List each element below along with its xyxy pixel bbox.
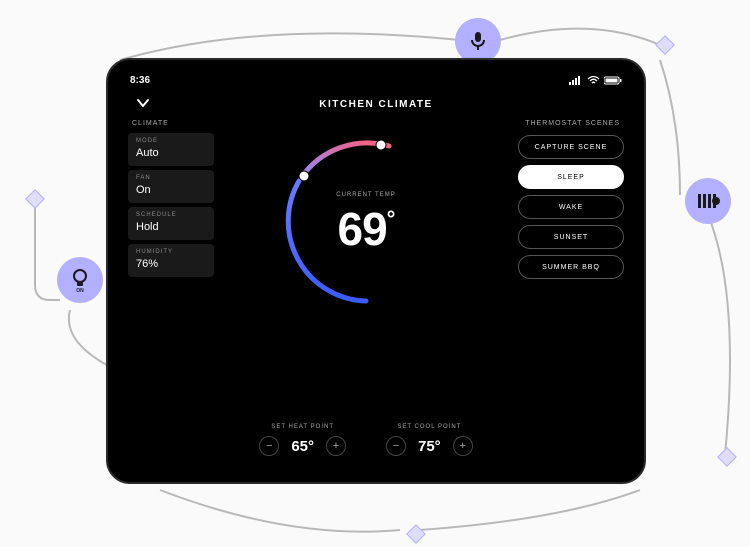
decor-diamond xyxy=(406,524,426,544)
temperature-dial[interactable]: CURRENT TEMP 69° xyxy=(271,126,461,316)
lightbulb-icon: ON xyxy=(57,257,103,303)
card-label: FAN xyxy=(136,175,206,181)
card-label: MODE xyxy=(136,138,206,144)
heat-minus-button[interactable]: − xyxy=(259,436,279,456)
cool-value: 75° xyxy=(418,438,441,455)
card-value: 76% xyxy=(136,258,206,270)
heat-value: 65° xyxy=(291,438,314,455)
tablet-frame: 8:36 KITCHEN CLIMATE CLIMATE MODE Auto xyxy=(106,58,646,484)
cool-minus-button[interactable]: − xyxy=(386,436,406,456)
scenes-title: THERMOSTAT SCENES xyxy=(521,118,624,129)
heat-plus-button[interactable]: + xyxy=(326,436,346,456)
decor-diamond xyxy=(25,189,45,209)
card-label: HUMIDITY xyxy=(136,249,206,255)
sidebar-title: CLIMATE xyxy=(128,118,214,129)
decor-diamond xyxy=(717,447,737,467)
current-temp-label: CURRENT TEMP xyxy=(271,192,461,198)
humidity-card[interactable]: HUMIDITY 76% xyxy=(128,244,214,277)
scene-capture[interactable]: CAPTURE SCENE xyxy=(518,135,624,159)
clock: 8:36 xyxy=(130,75,150,86)
scene-wake[interactable]: WAKE xyxy=(518,195,624,219)
fan-card[interactable]: FAN On xyxy=(128,170,214,203)
status-icons xyxy=(569,76,622,85)
cool-plus-button[interactable]: + xyxy=(453,436,473,456)
back-button[interactable] xyxy=(134,94,152,112)
schedule-card[interactable]: SCHEDULE Hold xyxy=(128,207,214,240)
heater-icon xyxy=(685,178,731,224)
scene-sunset[interactable]: SUNSET xyxy=(518,225,624,249)
page-title: KITCHEN CLIMATE xyxy=(319,99,432,110)
scene-summer-bbq[interactable]: SUMMER BBQ xyxy=(518,255,624,279)
current-temp-value: 69° xyxy=(271,202,461,256)
card-value: Hold xyxy=(136,221,206,233)
svg-text:ON: ON xyxy=(76,288,84,293)
card-value: On xyxy=(136,184,206,196)
mode-card[interactable]: MODE Auto xyxy=(128,133,214,166)
cool-label: SET COOL POINT xyxy=(397,424,461,430)
card-label: SCHEDULE xyxy=(136,212,206,218)
scene-sleep[interactable]: SLEEP xyxy=(518,165,624,189)
card-value: Auto xyxy=(136,147,206,159)
heat-label: SET HEAT POINT xyxy=(271,424,334,430)
decor-diamond xyxy=(655,35,675,55)
